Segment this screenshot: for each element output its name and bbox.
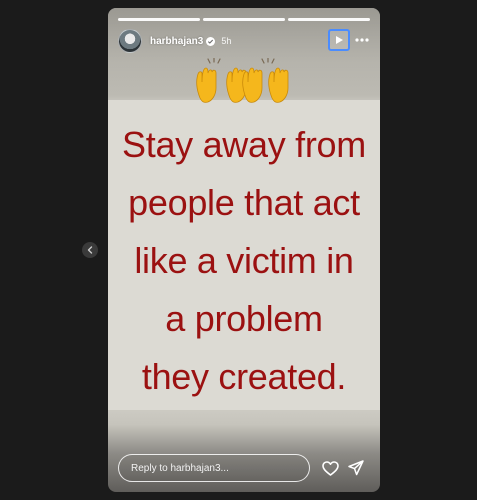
quote-line: people that act bbox=[128, 182, 360, 223]
previous-story-button[interactable] bbox=[82, 242, 98, 258]
share-button[interactable] bbox=[346, 458, 366, 478]
more-options-button[interactable] bbox=[354, 33, 370, 47]
chevron-left-icon bbox=[87, 246, 93, 254]
story-card[interactable]: harbhajan3 5h Stay away from people that… bbox=[108, 8, 380, 492]
quote-line: they created. bbox=[141, 356, 347, 397]
play-button[interactable] bbox=[328, 29, 350, 51]
raised-hands-icon bbox=[196, 57, 289, 103]
raised-hands-sticker bbox=[188, 57, 298, 108]
progress-segment bbox=[203, 18, 285, 21]
more-horizontal-icon bbox=[355, 38, 369, 42]
story-viewer: harbhajan3 5h Stay away from people that… bbox=[0, 0, 477, 500]
quote-line: a problem bbox=[165, 298, 323, 339]
heart-icon bbox=[321, 460, 339, 476]
paper-plane-icon bbox=[348, 460, 364, 476]
quote-text: Stay away from people that act like a vi… bbox=[108, 116, 380, 406]
post-time: 5h bbox=[221, 36, 232, 46]
username[interactable]: harbhajan3 bbox=[150, 36, 203, 47]
avatar[interactable] bbox=[118, 29, 142, 53]
quote-line: like a victim in bbox=[134, 240, 354, 281]
quote-line: Stay away from bbox=[122, 124, 366, 165]
progress-segment bbox=[288, 18, 370, 21]
progress-segment bbox=[118, 18, 200, 21]
story-progress-bar bbox=[118, 18, 370, 21]
reply-input[interactable]: Reply to harbhajan3... bbox=[118, 454, 310, 482]
like-button[interactable] bbox=[320, 458, 340, 478]
story-header: harbhajan3 5h bbox=[118, 29, 370, 53]
reply-placeholder: Reply to harbhajan3... bbox=[131, 462, 229, 474]
play-icon bbox=[336, 36, 343, 44]
verified-badge-icon bbox=[206, 36, 216, 46]
